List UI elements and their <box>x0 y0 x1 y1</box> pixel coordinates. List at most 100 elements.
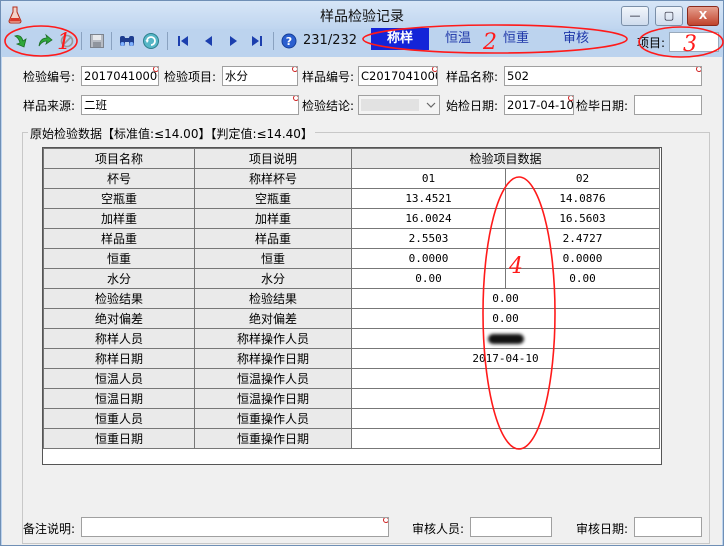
table-row: 恒重日期 恒重操作日期 <box>43 428 660 449</box>
title-bar: 样品检验记录 — ▢ X <box>1 1 723 29</box>
row-description-cell: 恒温操作日期 <box>194 388 352 409</box>
value-cell[interactable] <box>351 328 660 349</box>
annotation-label-4: 4 <box>509 254 523 279</box>
required-marker <box>293 96 298 101</box>
row-name-cell: 称样人员 <box>43 328 195 349</box>
record-pager: 231/232 <box>303 33 358 48</box>
sample-name-field[interactable]: 502 <box>504 66 702 86</box>
table-row: 检验结果 检验结果 0.00 <box>43 288 660 309</box>
tab-review[interactable]: 审核 <box>551 28 601 50</box>
value-cell-1[interactable]: 0.0000 <box>351 248 506 269</box>
reviewer-field[interactable] <box>470 517 552 537</box>
conclusion-label: 检验结论: <box>302 99 355 113</box>
maximize-button[interactable]: ▢ <box>655 6 683 26</box>
tab-constant-temperature[interactable]: 恒温 <box>433 28 483 50</box>
value-cell[interactable] <box>351 388 660 409</box>
value-cell-1[interactable]: 0.00 <box>351 268 506 289</box>
required-marker <box>153 67 158 72</box>
required-marker <box>292 67 297 72</box>
value-cell[interactable] <box>351 408 660 429</box>
value-cell-2[interactable]: 0.00 <box>505 268 660 289</box>
table-row: 称样人员 称样操作人员 <box>43 328 660 349</box>
binoculars-icon <box>120 36 134 46</box>
project-label: 项目: <box>637 36 666 50</box>
row-description-cell: 绝对偏差 <box>194 308 352 329</box>
value-cell-1[interactable]: 13.4521 <box>351 188 506 209</box>
row-name-cell: 样品重 <box>43 228 195 249</box>
next-record-button[interactable] <box>223 31 243 51</box>
sample-no-label: 样品编号: <box>302 70 355 84</box>
start-date-field[interactable]: 2017-04-10 <box>504 95 574 115</box>
value-cell-1[interactable]: 16.0024 <box>351 208 506 229</box>
table-row: 样品重 样品重 2.5503 2.4727 <box>43 228 660 249</box>
help-button[interactable]: ? <box>279 31 299 51</box>
annotation-label-1: 1 <box>57 30 71 55</box>
confirm-button[interactable] <box>11 31 31 51</box>
refresh-icon <box>143 33 159 49</box>
value-cell-2[interactable]: 16.5603 <box>505 208 660 229</box>
row-name-cell: 加样重 <box>43 208 195 229</box>
required-marker <box>383 518 388 523</box>
tab-weighing[interactable]: 称样 <box>371 28 429 50</box>
table-header-row: 项目名称 项目说明 检验项目数据 <box>43 148 660 169</box>
row-name-cell: 水分 <box>43 268 195 289</box>
minimize-button[interactable]: — <box>621 6 649 26</box>
column-header: 项目名称 <box>43 148 195 169</box>
inspection-no-field[interactable]: 201704100001 <box>81 66 159 86</box>
row-name-cell: 杯号 <box>43 168 195 189</box>
table-row: 恒重 恒重 0.0000 0.0000 <box>43 248 660 269</box>
selection-highlight <box>361 99 419 111</box>
previous-record-icon <box>205 36 212 46</box>
inspection-no-label: 检验编号: <box>23 70 76 84</box>
value-cell[interactable] <box>351 428 660 449</box>
toolbar-separator <box>167 32 168 50</box>
redacted-name <box>487 334 524 344</box>
review-date-label: 审核日期: <box>576 522 629 536</box>
previous-record-button[interactable] <box>199 31 219 51</box>
value-cell[interactable] <box>351 368 660 389</box>
value-cell[interactable]: 0.00 <box>351 288 660 309</box>
refresh-button[interactable] <box>141 31 161 51</box>
find-button[interactable] <box>117 31 137 51</box>
row-description-cell: 称样操作日期 <box>194 348 352 369</box>
return-button[interactable] <box>35 31 55 51</box>
sample-source-value: 二班 <box>84 98 107 112</box>
value-cell-2[interactable]: 0.0000 <box>505 248 660 269</box>
row-description-cell: 加样重 <box>194 208 352 229</box>
close-button[interactable]: X <box>687 6 719 26</box>
row-description-cell: 恒重操作人员 <box>194 408 352 429</box>
row-description-cell: 恒重操作日期 <box>194 428 352 449</box>
value-cell[interactable]: 0.00 <box>351 308 660 329</box>
value-cell-2[interactable]: 14.0876 <box>505 188 660 209</box>
row-description-cell: 称样杯号 <box>194 168 352 189</box>
data-grid: 项目名称 项目说明 检验项目数据 杯号 称样杯号 01 02 空瓶重 空瓶重 13.4521… <box>42 147 662 465</box>
save-button[interactable] <box>87 31 107 51</box>
sample-source-field[interactable]: 二班 <box>81 95 299 115</box>
row-name-cell: 恒重 <box>43 248 195 269</box>
table-row: 空瓶重 空瓶重 13.4521 14.0876 <box>43 188 660 209</box>
help-icon: ? <box>281 33 297 49</box>
conclusion-dropdown[interactable] <box>358 95 440 115</box>
first-record-button[interactable] <box>173 31 193 51</box>
value-cell-2[interactable]: 02 <box>505 168 660 189</box>
inspection-item-value: 水分 <box>225 69 248 83</box>
remark-field[interactable] <box>81 517 389 537</box>
value-cell-1[interactable]: 01 <box>351 168 506 189</box>
tab-constant-weight[interactable]: 恒重 <box>491 28 541 50</box>
sample-no-field[interactable]: C20170410001 <box>358 66 438 86</box>
value-cell[interactable]: 2017-04-10 <box>351 348 660 369</box>
minimize-icon: — <box>629 9 641 22</box>
start-date-value: 2017-04-10 <box>507 98 574 112</box>
end-date-label: 检毕日期: <box>576 99 629 113</box>
row-description-cell: 水分 <box>194 268 352 289</box>
value-cell-2[interactable]: 2.4727 <box>505 228 660 249</box>
last-record-button[interactable] <box>247 31 267 51</box>
review-date-field[interactable] <box>634 517 702 537</box>
row-description-cell: 称样操作人员 <box>194 328 352 349</box>
row-name-cell: 称样日期 <box>43 348 195 369</box>
annotation-label-2: 2 <box>483 30 497 55</box>
row-description-cell: 空瓶重 <box>194 188 352 209</box>
inspection-item-field[interactable]: 水分 <box>222 66 298 86</box>
end-date-field[interactable] <box>634 95 702 115</box>
value-cell-1[interactable]: 2.5503 <box>351 228 506 249</box>
